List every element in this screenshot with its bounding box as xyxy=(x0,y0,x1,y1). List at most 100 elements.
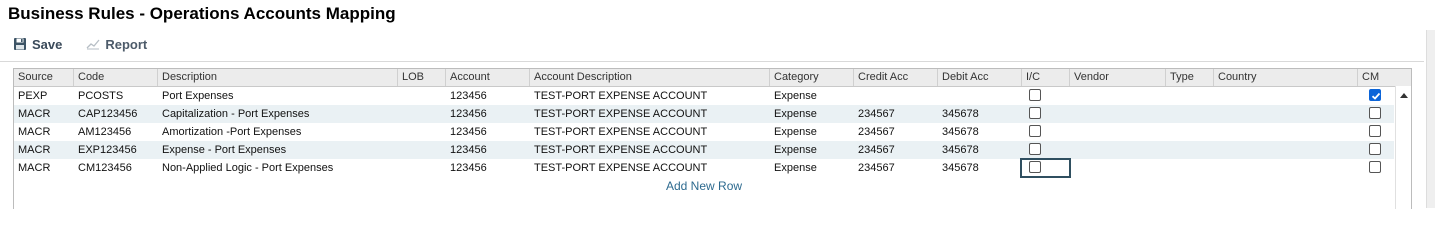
cell-vendor[interactable] xyxy=(1070,87,1166,105)
cell-credit-acc[interactable]: 234567 xyxy=(854,159,938,177)
cell-vendor[interactable] xyxy=(1070,141,1166,159)
cell-country[interactable] xyxy=(1214,159,1358,177)
col-header-debit-acc[interactable]: Debit Acc xyxy=(938,69,1022,86)
cell-account[interactable]: 123456 xyxy=(446,159,530,177)
cell-debit-acc[interactable]: 345678 xyxy=(938,141,1022,159)
cell-debit-acc[interactable]: 345678 xyxy=(938,159,1022,177)
add-new-row-link[interactable]: Add New Row xyxy=(666,179,742,193)
cell-type[interactable] xyxy=(1166,159,1214,177)
cell-account-description[interactable]: TEST-PORT EXPENSE ACCOUNT xyxy=(530,159,770,177)
line-chart-icon xyxy=(86,37,100,51)
page-scrollbar[interactable] xyxy=(1426,30,1435,208)
report-button[interactable]: Report xyxy=(86,37,147,52)
cell-country[interactable] xyxy=(1214,141,1358,159)
cell-account[interactable]: 123456 xyxy=(446,123,530,141)
cell-country[interactable] xyxy=(1214,87,1358,105)
cell-vendor[interactable] xyxy=(1070,159,1166,177)
cell-vendor[interactable] xyxy=(1070,105,1166,123)
table-row[interactable]: MACR EXP123456 Expense - Port Expenses 1234… xyxy=(14,141,1394,159)
col-header-lob[interactable]: LOB xyxy=(398,69,446,86)
ic-checkbox[interactable] xyxy=(1029,89,1041,101)
cell-category[interactable]: Expense xyxy=(770,141,854,159)
col-header-ic[interactable]: I/C xyxy=(1022,69,1070,86)
cell-credit-acc[interactable]: 234567 xyxy=(854,105,938,123)
cell-description[interactable]: Non-Applied Logic - Port Expenses xyxy=(158,159,398,177)
cell-code[interactable]: CAP123456 xyxy=(74,105,158,123)
cell-source[interactable]: MACR xyxy=(14,105,74,123)
cell-country[interactable] xyxy=(1214,123,1358,141)
grid-scrollbar[interactable] xyxy=(1395,86,1411,209)
cell-account-description[interactable]: TEST-PORT EXPENSE ACCOUNT xyxy=(530,105,770,123)
cell-lob[interactable] xyxy=(398,141,446,159)
cell-category[interactable]: Expense xyxy=(770,87,854,105)
table-row[interactable]: PEXP PCOSTS Port Expenses 123456 TEST-PORT E… xyxy=(14,87,1394,105)
table-row[interactable]: MACR AM123456 Amortization -Port Expenses 1… xyxy=(14,123,1394,141)
cell-account[interactable]: 123456 xyxy=(446,105,530,123)
focused-cell-outline xyxy=(1020,158,1071,178)
cm-checkbox[interactable] xyxy=(1369,143,1381,155)
cell-type[interactable] xyxy=(1166,87,1214,105)
cell-source[interactable]: MACR xyxy=(14,141,74,159)
col-header-country[interactable]: Country xyxy=(1214,69,1358,86)
col-header-vendor[interactable]: Vendor xyxy=(1070,69,1166,86)
cm-checkbox[interactable] xyxy=(1369,89,1381,101)
cell-description[interactable]: Amortization -Port Expenses xyxy=(158,123,398,141)
cell-lob[interactable] xyxy=(398,87,446,105)
cell-lob[interactable] xyxy=(398,159,446,177)
cell-debit-acc[interactable] xyxy=(938,87,1022,105)
cell-code[interactable]: PCOSTS xyxy=(74,87,158,105)
cell-account[interactable]: 123456 xyxy=(446,87,530,105)
cell-lob[interactable] xyxy=(398,105,446,123)
cell-code[interactable]: AM123456 xyxy=(74,123,158,141)
cell-credit-acc[interactable]: 234567 xyxy=(854,141,938,159)
cell-country[interactable] xyxy=(1214,105,1358,123)
ic-checkbox[interactable] xyxy=(1029,143,1041,155)
table-row[interactable]: MACR CAP123456 Capitalization - Port Expen… xyxy=(14,105,1394,123)
cell-credit-acc[interactable]: 234567 xyxy=(854,123,938,141)
cell-description[interactable]: Port Expenses xyxy=(158,87,398,105)
ic-checkbox[interactable] xyxy=(1029,125,1041,137)
accounts-mapping-grid: Source Code Description LOB Account Acco… xyxy=(13,68,1412,209)
cell-description[interactable]: Expense - Port Expenses xyxy=(158,141,398,159)
cell-type[interactable] xyxy=(1166,141,1214,159)
cm-checkbox[interactable] xyxy=(1369,107,1381,119)
cell-account-description[interactable]: TEST-PORT EXPENSE ACCOUNT xyxy=(530,141,770,159)
col-header-type[interactable]: Type xyxy=(1166,69,1214,86)
col-header-account[interactable]: Account xyxy=(446,69,530,86)
col-header-description[interactable]: Description xyxy=(158,69,398,86)
cell-category[interactable]: Expense xyxy=(770,159,854,177)
col-header-code[interactable]: Code xyxy=(74,69,158,86)
cell-description[interactable]: Capitalization - Port Expenses xyxy=(158,105,398,123)
scroll-up-arrow-icon[interactable] xyxy=(1400,93,1408,98)
cell-account-description[interactable]: TEST-PORT EXPENSE ACCOUNT xyxy=(530,123,770,141)
cell-source[interactable]: PEXP xyxy=(14,87,74,105)
cell-credit-acc[interactable] xyxy=(854,87,938,105)
col-header-cm[interactable]: CM xyxy=(1358,69,1411,86)
col-header-category[interactable]: Category xyxy=(770,69,854,86)
cm-checkbox[interactable] xyxy=(1369,125,1381,137)
ic-checkbox[interactable] xyxy=(1029,107,1041,119)
table-row[interactable]: MACR CM123456 Non-Applied Logic - Port Exp… xyxy=(14,158,1394,178)
cell-code[interactable]: CM123456 xyxy=(74,159,158,177)
cell-category[interactable]: Expense xyxy=(770,105,854,123)
cm-checkbox[interactable] xyxy=(1369,161,1381,173)
save-button[interactable]: Save xyxy=(13,37,62,52)
col-header-account-description[interactable]: Account Description xyxy=(530,69,770,86)
cell-debit-acc[interactable]: 345678 xyxy=(938,105,1022,123)
cell-source[interactable]: MACR xyxy=(14,159,74,177)
cell-account-description[interactable]: TEST-PORT EXPENSE ACCOUNT xyxy=(530,87,770,105)
cell-lob[interactable] xyxy=(398,123,446,141)
cell-type[interactable] xyxy=(1166,123,1214,141)
save-label: Save xyxy=(32,36,63,52)
grid-header: Source Code Description LOB Account Acco… xyxy=(14,69,1411,87)
cell-account[interactable]: 123456 xyxy=(446,141,530,159)
cell-code[interactable]: EXP123456 xyxy=(74,141,158,159)
page-title: Business Rules - Operations Accounts Map… xyxy=(8,4,396,23)
cell-source[interactable]: MACR xyxy=(14,123,74,141)
col-header-credit-acc[interactable]: Credit Acc xyxy=(854,69,938,86)
cell-category[interactable]: Expense xyxy=(770,123,854,141)
cell-vendor[interactable] xyxy=(1070,123,1166,141)
cell-debit-acc[interactable]: 345678 xyxy=(938,123,1022,141)
cell-type[interactable] xyxy=(1166,105,1214,123)
col-header-source[interactable]: Source xyxy=(14,69,74,86)
